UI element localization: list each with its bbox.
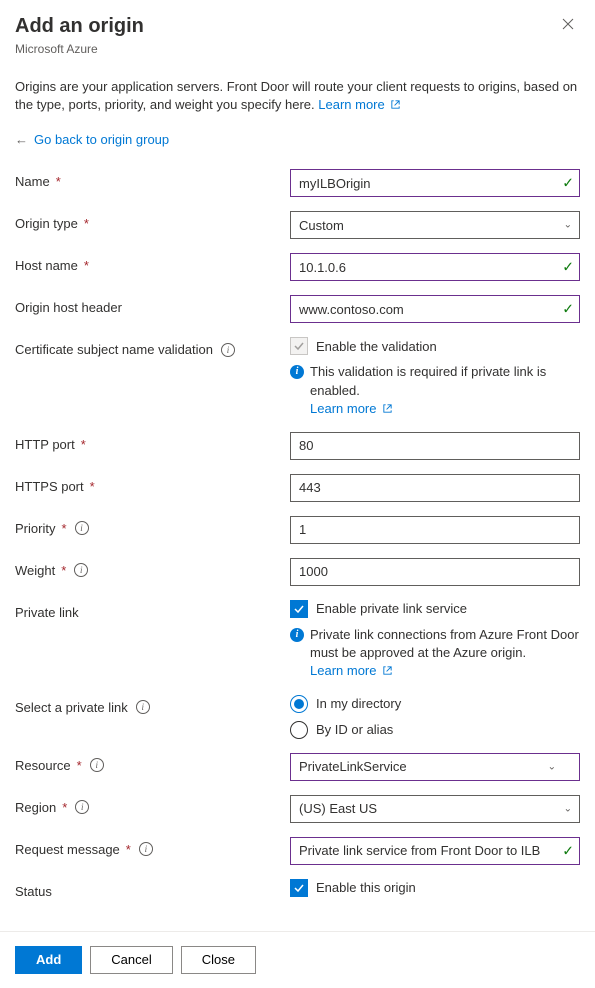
private-link-note: Private link connections from Azure Fron…: [310, 627, 579, 660]
external-link-icon: [390, 99, 401, 110]
required-icon: *: [84, 258, 89, 273]
info-icon[interactable]: i: [75, 521, 89, 535]
close-icon: [562, 18, 574, 30]
radio-icon: [290, 721, 308, 739]
radio-icon: [290, 695, 308, 713]
priority-input[interactable]: [290, 516, 580, 544]
info-icon[interactable]: i: [90, 758, 104, 772]
cert-validation-checkbox-label: Enable the validation: [316, 339, 437, 354]
required-icon: *: [90, 479, 95, 494]
required-icon: *: [84, 216, 89, 231]
region-select[interactable]: (US) East US: [290, 795, 580, 823]
region-label: Region: [15, 800, 56, 815]
weight-input[interactable]: [290, 558, 580, 586]
info-icon[interactable]: i: [74, 563, 88, 577]
request-message-input[interactable]: [290, 837, 580, 865]
https-port-label: HTTPS port: [15, 479, 84, 494]
required-icon: *: [77, 758, 82, 773]
status-label: Status: [15, 884, 52, 899]
priority-label: Priority: [15, 521, 55, 536]
cert-validation-label: Certificate subject name validation: [15, 342, 213, 357]
resource-select[interactable]: PrivateLinkService: [290, 753, 580, 781]
external-link-icon: [382, 665, 393, 676]
info-icon: i: [290, 628, 304, 642]
name-input[interactable]: [290, 169, 580, 197]
private-link-checkbox-label: Enable private link service: [316, 601, 467, 616]
weight-label: Weight: [15, 563, 55, 578]
private-link-checkbox[interactable]: [290, 600, 308, 618]
request-message-label: Request message: [15, 842, 120, 857]
required-icon: *: [62, 800, 67, 815]
required-icon: *: [61, 563, 66, 578]
private-link-label: Private link: [15, 605, 79, 620]
info-icon[interactable]: i: [136, 700, 150, 714]
radio-by-id-or-alias[interactable]: By ID or alias: [290, 721, 580, 739]
radio-label: In my directory: [316, 696, 401, 711]
page-title: Add an origin: [15, 15, 144, 38]
https-port-input[interactable]: [290, 474, 580, 502]
close-button[interactable]: [556, 15, 580, 37]
info-icon[interactable]: i: [139, 842, 153, 856]
host-name-label: Host name: [15, 258, 78, 273]
origin-host-header-label: Origin host header: [15, 300, 122, 315]
host-name-select[interactable]: 10.1.0.6: [290, 253, 580, 281]
cert-validation-note: This validation is required if private l…: [310, 364, 546, 397]
status-checkbox[interactable]: [290, 879, 308, 897]
required-icon: *: [61, 521, 66, 536]
cancel-button[interactable]: Cancel: [90, 946, 172, 974]
add-button[interactable]: Add: [15, 946, 82, 974]
info-icon[interactable]: i: [75, 800, 89, 814]
external-link-icon: [382, 403, 393, 414]
http-port-label: HTTP port: [15, 437, 75, 452]
description: Origins are your application servers. Fr…: [15, 78, 580, 114]
origin-host-header-input[interactable]: [290, 295, 580, 323]
radio-in-my-directory[interactable]: In my directory: [290, 695, 580, 713]
learn-more-link[interactable]: Learn more: [310, 663, 393, 678]
learn-more-link[interactable]: Learn more: [310, 401, 393, 416]
name-label: Name: [15, 174, 50, 189]
origin-type-select[interactable]: Custom: [290, 211, 580, 239]
required-icon: *: [81, 437, 86, 452]
page-subtitle: Microsoft Azure: [15, 42, 580, 56]
required-icon: *: [126, 842, 131, 857]
info-icon[interactable]: i: [221, 343, 235, 357]
http-port-input[interactable]: [290, 432, 580, 460]
close-button-footer[interactable]: Close: [181, 946, 256, 974]
resource-label: Resource: [15, 758, 71, 773]
status-checkbox-label: Enable this origin: [316, 880, 416, 895]
required-icon: *: [56, 174, 61, 189]
select-private-link-label: Select a private link: [15, 700, 128, 715]
origin-type-label: Origin type: [15, 216, 78, 231]
info-icon: i: [290, 365, 304, 379]
learn-more-link[interactable]: Learn more: [318, 97, 401, 112]
radio-label: By ID or alias: [316, 722, 393, 737]
back-link[interactable]: Go back to origin group: [34, 132, 169, 147]
cert-validation-checkbox[interactable]: [290, 337, 308, 355]
back-arrow-icon: ←: [15, 132, 28, 147]
